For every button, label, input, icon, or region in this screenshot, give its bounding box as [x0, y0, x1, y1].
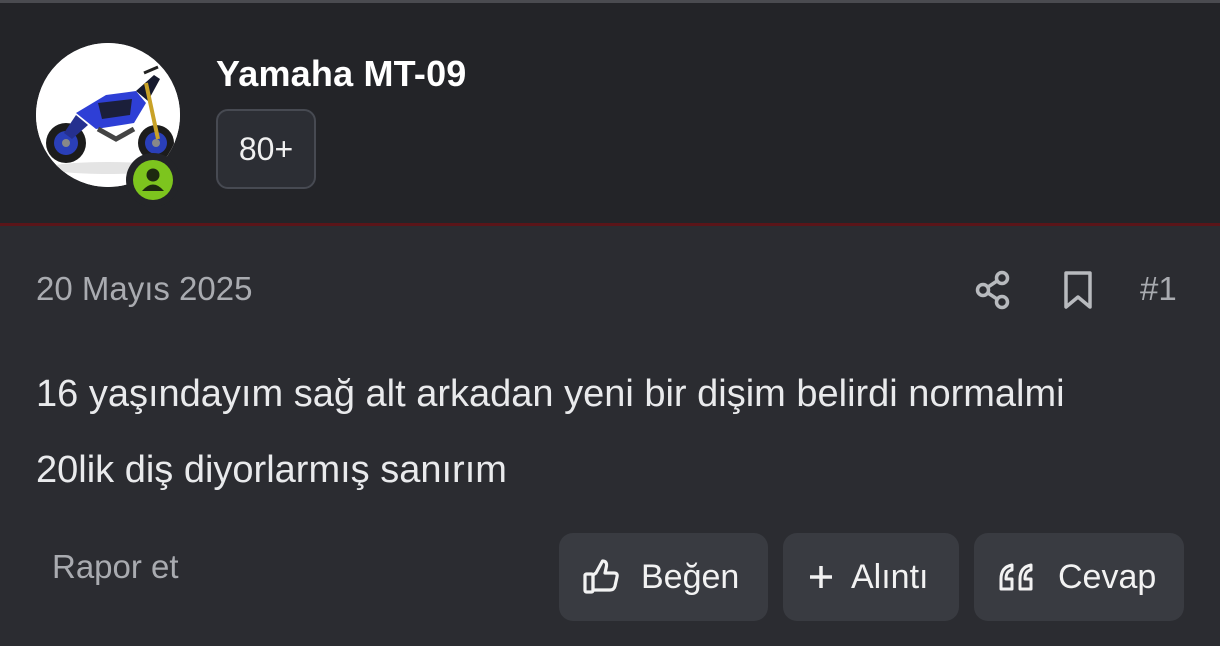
- reply-button[interactable]: Cevap: [974, 533, 1184, 621]
- quote-button[interactable]: Alıntı: [783, 533, 959, 621]
- header-accent-border: [0, 223, 1220, 226]
- share-button[interactable]: [974, 268, 1014, 312]
- post-author-header: Yamaha MT-09 80+: [0, 3, 1220, 223]
- post-date[interactable]: 20 Mayıs 2025: [36, 270, 252, 308]
- post-content-line: 16 yaşındayım sağ alt arkadan yeni bir d…: [36, 373, 1065, 415]
- author-badge: 80+: [216, 109, 316, 189]
- reply-label: Cevap: [1058, 557, 1157, 596]
- like-label: Beğen: [641, 557, 740, 596]
- bookmark-icon: [1064, 271, 1092, 309]
- quote-label: Alıntı: [851, 557, 929, 596]
- post-content-line: 20lik diş diyorlarmış sanırım: [36, 449, 507, 491]
- report-link[interactable]: Rapor et: [52, 548, 179, 586]
- thumbs-up-icon: [581, 557, 621, 597]
- plus-icon: [805, 557, 837, 597]
- like-button[interactable]: Beğen: [559, 533, 768, 621]
- author-name[interactable]: Yamaha MT-09: [216, 53, 467, 95]
- share-icon: [975, 270, 1010, 310]
- quote-marks-icon: [996, 557, 1036, 597]
- post-number-link[interactable]: #1: [1140, 270, 1177, 308]
- user-online-icon: [142, 168, 164, 191]
- online-status-badge: [126, 153, 180, 207]
- bookmark-button[interactable]: [1058, 268, 1098, 312]
- post-content: 16 yaşındayım sağ alt arkadan yeni bir d…: [36, 356, 1186, 508]
